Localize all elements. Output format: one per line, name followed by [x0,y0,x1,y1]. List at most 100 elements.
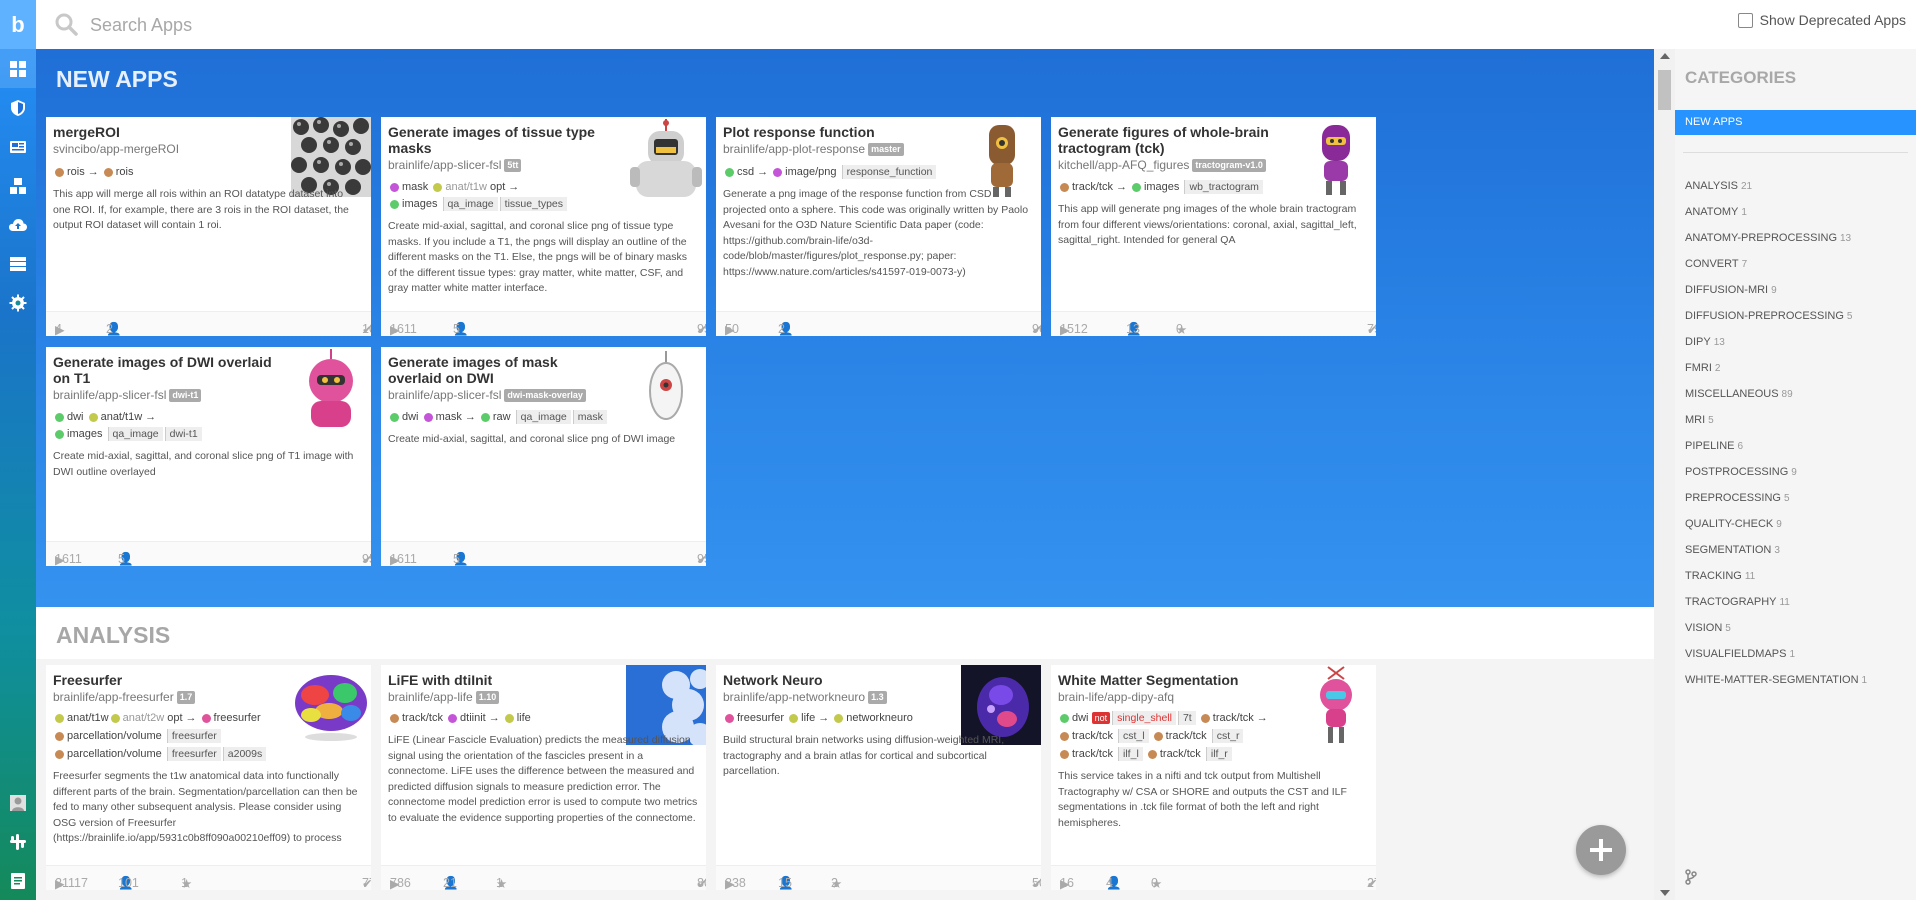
category-item-fmri[interactable]: FMRI 2 [1685,355,1867,381]
app-description: Create mid-axial, sagittal, and coronal … [388,220,688,294]
category-name: DIFFUSION-PREPROCESSING [1685,310,1844,322]
category-name: CONVERT [1685,258,1739,270]
app-description: Create mid-axial, sagittal, and coronal … [53,450,354,478]
apps-grid-icon[interactable] [0,49,36,88]
category-item-white-matter-segmentation[interactable]: WHITE-MATTER-SEGMENTATION 1 [1685,667,1867,693]
app-card-mergeroi[interactable]: mergeROI svincibo/app-mergeROI rois → rois… [46,117,371,336]
app-card-white-matter-segmentation[interactable]: White Matter Segmentation brain-life/app… [1051,665,1376,890]
category-item-miscellaneous[interactable]: MISCELLANEOUS 89 [1685,381,1867,407]
app-repo: brainlife/app-life 1.10 [388,689,613,705]
category-count: 13 [1713,337,1725,348]
category-item-pipeline[interactable]: PIPELINE 6 [1685,433,1867,459]
scrollbar-thumb[interactable] [1658,70,1671,110]
user-avatar-icon[interactable] [0,783,36,822]
category-item-tractography[interactable]: TRACTOGRAPHY 11 [1685,589,1867,615]
branch-icon[interactable] [1685,869,1697,890]
app-io: track/tck dtiinit → life [388,710,698,726]
category-item-anatomy[interactable]: ANATOMY 1 [1685,199,1867,225]
newspaper-icon[interactable] [0,127,36,166]
category-item-diffusion-mri[interactable]: DIFFUSION-MRI 9 [1685,277,1867,303]
app-card-network-neuro[interactable]: Network Neuro brainlife/app-networkneuro… [716,665,1041,890]
category-item-quality-check[interactable]: QUALITY-CHECK 9 [1685,511,1867,537]
category-name: VISION [1685,622,1723,634]
app-io-output: images qa_image dwi-t1 [53,426,363,442]
app-name: White Matter Segmentation brain-life/app… [1058,672,1283,705]
app-repo: kitchell/app-AFQ_figures tractogram-v1.0 [1058,157,1283,173]
category-item-tracking[interactable]: TRACKING 11 [1685,563,1867,589]
app-card-plot-response[interactable]: Plot response function brainlife/app-plo… [716,117,1041,336]
server-icon[interactable] [0,244,36,283]
show-deprecated-checkbox[interactable] [1737,12,1753,28]
app-card-dwi-on-t1[interactable]: Generate images of DWI overlaid on T1 br… [46,347,371,566]
category-name: ANATOMY-PREPROCESSING [1685,232,1837,244]
category-name: TRACKING [1685,570,1742,582]
category-item-mri[interactable]: MRI 5 [1685,407,1867,433]
shield-icon[interactable] [0,88,36,127]
not-badge: not [1091,712,1111,724]
app-name: LiFE with dtiInit brainlife/app-life 1.10 [388,672,613,705]
search-input[interactable] [90,12,690,38]
scroll-up-arrow[interactable] [1660,53,1670,59]
category-item-preprocessing[interactable]: PREPROCESSING 5 [1685,485,1867,511]
version-tag: 1.10 [475,691,500,705]
category-item-analysis[interactable]: ANALYSIS 21 [1685,173,1867,199]
show-deprecated-toggle[interactable]: Show Deprecated Apps [1737,12,1906,28]
brainlife-logo[interactable]: b [0,0,36,49]
app-stats: ▶ 338 👤 15 ★ 2 ✔ 50.8% [716,865,1041,890]
category-item-postprocessing[interactable]: POSTPROCESSING 9 [1685,459,1867,485]
category-count: 21 [1741,181,1753,192]
category-name: MRI [1685,414,1706,426]
category-item-anatomy-preprocessing[interactable]: ANATOMY-PREPROCESSING 13 [1685,225,1867,251]
category-name: SEGMENTATION [1685,544,1772,556]
search-icon [54,12,78,41]
app-card-mask-on-dwi[interactable]: Generate images of mask overlaid on DWI … [381,347,706,566]
category-name: MISCELLANEOUS [1685,388,1779,400]
plus-icon [1590,839,1612,861]
category-count: 7 [1741,259,1748,270]
cubes-icon[interactable] [0,166,36,205]
gear-icon[interactable] [0,283,36,322]
slack-icon[interactable] [0,822,36,861]
category-count: 9 [1791,467,1797,478]
scroll-down-arrow[interactable] [1660,890,1670,896]
app-io-output: track/tck ilf_l track/tck ilf_r [1058,746,1368,762]
category-item-diffusion-preprocessing[interactable]: DIFFUSION-PREPROCESSING 5 [1685,303,1867,329]
app-io: dwi mask → raw qa_image mask [388,409,698,425]
app-repo: brainlife/app-plot-response master [723,141,948,157]
app-description: This app will merge all rois within an R… [53,188,349,231]
left-nav: b [0,0,36,900]
category-count: 13 [1840,233,1852,244]
category-new-apps[interactable]: NEW APPS [1675,110,1916,135]
category-count: 11 [1744,571,1756,582]
category-count: 89 [1781,389,1793,400]
app-io-output: parcellation/volume freesurfer [53,728,363,744]
app-stats: ▶ 1611 👤 5 ✔ 95.0% [381,311,706,336]
category-item-vision[interactable]: VISION 5 [1685,615,1867,641]
add-app-button[interactable] [1576,825,1626,875]
version-tag: master [868,143,904,157]
category-item-visualfieldmaps[interactable]: VISUALFIELDMAPS 1 [1685,641,1867,667]
category-name: WHITE-MATTER-SEGMENTATION [1685,674,1859,686]
app-card-tractogram-figures[interactable]: Generate figures of whole-brain tractogr… [1051,117,1376,336]
main-content: NEW APPS mergeROI svincibo/app-mergeROI … [36,49,1654,900]
category-item-convert[interactable]: CONVERT 7 [1685,251,1867,277]
app-card-freesurfer[interactable]: Freesurfer brainlife/app-freesurfer 1.7 a… [46,665,371,890]
main-scrollbar[interactable] [1654,49,1675,900]
category-count: 5 [1725,623,1731,634]
docs-book-icon[interactable] [0,861,36,900]
app-io: dwi not single_shell 7t track/tck → [1058,710,1368,726]
category-name: DIPY [1685,336,1711,348]
category-count: 11 [1779,597,1790,608]
categories-title: CATEGORIES [1685,68,1797,87]
category-item-dipy[interactable]: DIPY 13 [1685,329,1867,355]
app-io: csd → image/png response_function [723,164,1033,180]
cloud-upload-icon[interactable] [0,205,36,244]
category-item-segmentation[interactable]: SEGMENTATION 3 [1685,537,1867,563]
version-tag: tractogram-v1.0 [1192,159,1266,173]
app-card-tissue-masks[interactable]: Generate images of tissue type masks bra… [381,117,706,336]
app-thumbnail [961,117,1041,197]
category-name: DIFFUSION-MRI [1685,284,1769,296]
version-tag: 1.7 [176,691,196,705]
app-card-life[interactable]: LiFE with dtiInit brainlife/app-life 1.10… [381,665,706,890]
app-name: Plot response function brainlife/app-plo… [723,124,948,157]
